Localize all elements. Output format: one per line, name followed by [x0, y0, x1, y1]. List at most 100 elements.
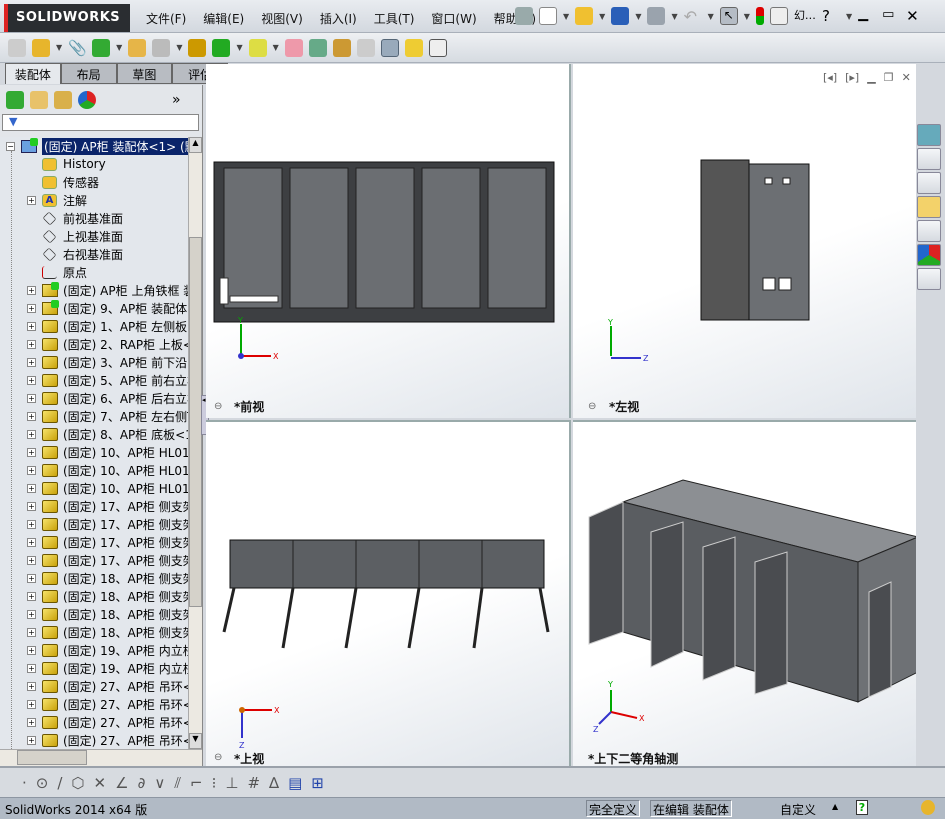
expand-icon[interactable]: + [27, 699, 36, 709]
viewport-left[interactable]: YZ ⊖ *左视 [◂] [▸] ▁ ❐ ✕ [573, 64, 916, 418]
construction-icon[interactable]: ⁝ [212, 774, 217, 792]
expand-icon[interactable]: + [27, 483, 36, 493]
dimension-icon[interactable]: ⊥ [225, 774, 238, 792]
expand-icon[interactable]: + [27, 627, 36, 637]
property-manager-tab-icon[interactable] [30, 91, 48, 109]
chevron-down-icon[interactable]: ▼ [708, 12, 714, 21]
edit-component-icon[interactable] [8, 38, 26, 57]
tree-item[interactable]: + (固定) AP柜 上角铁框 装 [27, 281, 188, 299]
units-selector[interactable]: 自定义 [780, 801, 816, 818]
point-icon[interactable]: · [22, 774, 27, 792]
explode-line-sketch-icon[interactable] [356, 38, 375, 57]
chevron-down-icon[interactable]: ▼ [846, 12, 852, 21]
previous-pane-icon[interactable]: [◂] [823, 71, 837, 84]
expand-icon[interactable]: + [27, 321, 36, 331]
tree-item[interactable]: + (固定) 7、AP柜 左右侧T [27, 407, 188, 425]
solidworks-resources-icon[interactable] [917, 124, 941, 146]
chevron-down-icon[interactable]: ▼ [176, 43, 182, 52]
tree-item[interactable]: + (固定) 17、AP柜 侧支架 [27, 497, 188, 515]
offset-icon[interactable]: ∂ [138, 774, 146, 792]
display-manager-tab-icon[interactable] [78, 91, 96, 109]
tree-item[interactable]: 上视基准面 [27, 227, 123, 245]
expand-icon[interactable]: + [27, 537, 36, 547]
configuration-manager-tab-icon[interactable] [54, 91, 72, 109]
corner-icon[interactable]: ⌐ [190, 774, 203, 792]
expand-icon[interactable]: + [27, 735, 36, 745]
interference-detection-icon[interactable] [404, 38, 423, 57]
tree-item[interactable]: + (固定) 27、AP柜 吊环<3 [27, 713, 188, 731]
tree-item[interactable]: + (固定) 8、AP柜 底板<1> [27, 425, 188, 443]
next-pane-icon[interactable]: [▸] [845, 71, 859, 84]
restore-icon[interactable]: ❐ [884, 71, 894, 84]
viewport-front[interactable]: YX ⊖ *前视 [206, 64, 571, 418]
help-icon[interactable]: ? [822, 7, 840, 25]
tree-item[interactable]: + (固定) 18、AP柜 侧支架 [27, 569, 188, 587]
save-icon[interactable] [611, 7, 630, 25]
tree-item[interactable]: + (固定) 10、AP柜 HL011-1 [27, 461, 188, 479]
tree-root[interactable]: − (固定) AP柜 装配体<1> (默认 [6, 137, 188, 155]
tree-item[interactable]: + (固定) 1、AP柜 左侧板< [27, 317, 188, 335]
menu-file[interactable]: 文件(F) [146, 10, 186, 27]
extend-icon[interactable]: ∠ [115, 774, 128, 792]
link-views-icon[interactable]: ⊖ [214, 752, 222, 763]
table-icon[interactable]: ⊞ [311, 774, 324, 792]
tree-item[interactable]: + (固定) 19、AP柜 内立柱 [27, 641, 188, 659]
chevron-down-icon[interactable]: ▼ [599, 12, 605, 21]
tree-item[interactable]: + (固定) 18、AP柜 侧支架 [27, 587, 188, 605]
tab-layout[interactable]: 布局 [60, 63, 117, 84]
tree-item[interactable]: + (固定) 5、AP柜 前右立柱 [27, 371, 188, 389]
scroll-thumb[interactable] [17, 750, 87, 765]
home-icon[interactable] [917, 148, 941, 170]
options-icon[interactable]: 幻… [794, 7, 816, 25]
expand-icon[interactable]: + [27, 465, 36, 475]
trim-icon[interactable]: ✕ [94, 774, 107, 792]
show-hidden-icon[interactable] [188, 38, 207, 57]
tree-item[interactable]: 右视基准面 [27, 245, 123, 263]
expand-icon[interactable]: + [27, 573, 36, 583]
rebuild-traffic-light-icon[interactable] [755, 7, 764, 25]
expand-icon[interactable]: + [27, 501, 36, 511]
units-up-arrow-icon[interactable]: ▲ [832, 802, 838, 811]
menu-insert[interactable]: 插入(I) [320, 10, 357, 27]
tree-horizontal-scrollbar[interactable] [0, 749, 202, 766]
tree-item[interactable]: + (固定) 3、AP柜 前下沿( [27, 353, 188, 371]
grid-icon[interactable]: # [247, 774, 260, 792]
help-icon[interactable]: ? [856, 800, 868, 815]
minimize-icon[interactable]: ▁ [858, 7, 876, 25]
expand-icon[interactable]: + [27, 717, 36, 727]
tag-icon[interactable] [921, 800, 935, 815]
link-views-icon[interactable]: ⊖ [214, 401, 222, 412]
window-icon[interactable]: ▤ [288, 774, 302, 792]
polygon-icon[interactable]: ⬡ [71, 774, 84, 792]
chevron-down-icon[interactable]: ▼ [671, 12, 677, 21]
menu-edit[interactable]: 编辑(E) [203, 10, 244, 27]
chevron-down-icon[interactable]: ▼ [273, 43, 279, 52]
new-motion-study-icon[interactable] [284, 38, 303, 57]
insert-component-icon[interactable] [32, 38, 50, 57]
custom-properties-icon[interactable] [917, 268, 941, 290]
tree-item[interactable]: + (固定) 27、AP柜 吊环<1 [27, 677, 188, 695]
expand-icon[interactable]: + [27, 339, 36, 349]
tree-item[interactable]: + (固定) 27、AP柜 吊环<4 [27, 731, 188, 749]
close-icon[interactable]: ✕ [906, 7, 924, 25]
reference-geometry-icon[interactable] [248, 38, 267, 57]
expand-icon[interactable]: + [27, 645, 36, 655]
menu-tools[interactable]: 工具(T) [374, 10, 415, 27]
tree-item[interactable]: + (固定) 17、AP柜 侧支架 [27, 551, 188, 569]
chevron-down-icon[interactable]: ▼ [116, 43, 122, 52]
minimize-icon[interactable]: ▁ [867, 71, 875, 84]
angle-icon[interactable]: ∆ [269, 774, 279, 792]
chevron-down-icon[interactable]: ▼ [56, 43, 62, 52]
viewport-isometric[interactable]: Y X Z *上下二等角轴测 [573, 420, 916, 766]
circle-icon[interactable]: ⊙ [36, 774, 49, 792]
filter-field[interactable]: ▼ [2, 114, 199, 131]
tree-item[interactable]: + (固定) 2、RAP柜 上板<1 [27, 335, 188, 353]
tree-item[interactable]: + (固定) 18、AP柜 侧支架 [27, 605, 188, 623]
expand-icon[interactable]: + [27, 303, 36, 313]
close-icon[interactable]: ✕ [902, 71, 911, 84]
expand-icon[interactable]: + [27, 393, 36, 403]
exploded-view-icon[interactable] [332, 38, 351, 57]
expand-icon[interactable]: + [27, 591, 36, 601]
tree-item[interactable]: 原点 [27, 263, 87, 281]
chevron-down-icon[interactable]: ▼ [635, 12, 641, 21]
